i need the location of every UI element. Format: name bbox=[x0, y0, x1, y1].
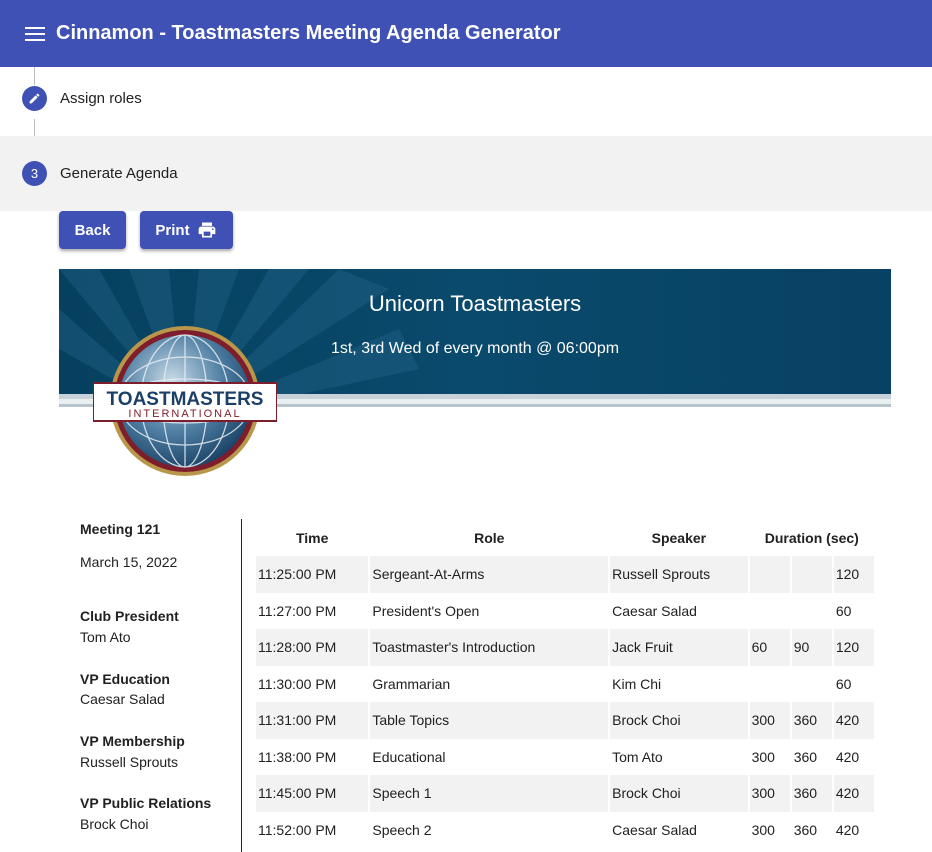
print-button[interactable]: Print bbox=[140, 211, 233, 249]
table-row: 11:45:00 PM Speech 1 Brock Choi 300 360 … bbox=[256, 775, 874, 812]
cell-duration-min bbox=[749, 556, 790, 593]
cell-role: President's Open bbox=[372, 602, 480, 619]
table-row: 11:31:00 PM Table Topics Brock Choi 300 … bbox=[256, 702, 874, 739]
cell-speaker: Caesar Salad bbox=[612, 602, 697, 619]
cell-role: Educational bbox=[372, 748, 446, 765]
cell-duration-min bbox=[750, 593, 790, 630]
toastmasters-logo: TOASTMASTERS INTERNATIONAL bbox=[93, 326, 277, 476]
cell-speaker: Tom Ato bbox=[612, 748, 663, 765]
cell-role: Speech 1 bbox=[370, 775, 609, 812]
cell-duration-max: 120 bbox=[833, 556, 874, 593]
cell-speaker: Russell Sprouts bbox=[610, 556, 748, 593]
header-speaker: Speaker bbox=[651, 530, 707, 546]
cell-duration-max: 420 bbox=[833, 702, 874, 739]
cell-time: 11:25:00 PM bbox=[256, 556, 369, 593]
table-row: 11:52:00 PM Speech 2 Caesar Salad 300 36… bbox=[256, 812, 874, 849]
cell-duration-max: 420 bbox=[835, 748, 860, 765]
cell-time: 11:52:00 PM bbox=[258, 821, 337, 838]
logo-text-bottom: INTERNATIONAL bbox=[128, 408, 241, 420]
officer-name: Tom Ato bbox=[80, 629, 131, 645]
table-row: 11:28:00 PM Toastmaster's Introduction J… bbox=[256, 629, 874, 666]
step-label-assign-roles: Assign roles bbox=[60, 90, 142, 107]
edit-icon bbox=[22, 86, 47, 111]
cell-duration-min: 300 bbox=[749, 775, 790, 812]
officer-title: VP Education bbox=[80, 671, 170, 687]
table-row: 11:25:00 PM Sergeant-At-Arms Russell Spr… bbox=[256, 556, 874, 593]
cell-duration-min: 300 bbox=[751, 748, 775, 765]
table-row: 11:30:00 PM Grammarian Kim Chi 60 bbox=[256, 666, 874, 703]
cell-time: 11:27:00 PM bbox=[258, 602, 337, 619]
cell-duration-mid: 360 bbox=[793, 748, 818, 765]
cell-duration-min: 300 bbox=[749, 702, 790, 739]
cell-duration-mid: 360 bbox=[791, 775, 832, 812]
cell-speaker: Brock Choi bbox=[610, 775, 748, 812]
back-button[interactable]: Back bbox=[59, 211, 126, 249]
cell-speaker: Caesar Salad bbox=[612, 821, 697, 838]
step-generate-agenda[interactable]: 3 Generate Agenda bbox=[0, 136, 932, 211]
meeting-date: March 15, 2022 bbox=[80, 554, 178, 570]
print-icon bbox=[198, 222, 215, 238]
step-number-badge: 3 bbox=[22, 161, 47, 186]
agenda-table: Time Role Speaker Duration (sec) 11:25:0… bbox=[254, 520, 876, 848]
cell-duration-min bbox=[750, 666, 790, 703]
cell-role: Speech 2 bbox=[372, 821, 432, 838]
cell-duration-max: 420 bbox=[835, 821, 860, 838]
back-button-label: Back bbox=[74, 221, 111, 239]
cell-duration-mid: 360 bbox=[791, 702, 832, 739]
cell-duration-max: 420 bbox=[833, 775, 874, 812]
logo-text-top: TOASTMASTERS bbox=[107, 389, 264, 410]
cell-role: Sergeant-At-Arms bbox=[370, 556, 609, 593]
cell-time: 11:31:00 PM bbox=[256, 702, 369, 739]
cell-duration-max: 60 bbox=[835, 675, 852, 692]
step-assign-roles[interactable]: Assign roles bbox=[0, 67, 932, 136]
cell-role: Grammarian bbox=[372, 675, 451, 692]
cell-duration-mid: 90 bbox=[791, 629, 832, 666]
table-header-row: Time Role Speaker Duration (sec) bbox=[256, 520, 874, 556]
cell-duration-mid: 360 bbox=[793, 821, 818, 838]
table-row: 11:27:00 PM President's Open Caesar Sala… bbox=[256, 593, 874, 630]
officer-name: Caesar Salad bbox=[80, 691, 165, 707]
cell-duration-max: 60 bbox=[835, 602, 852, 619]
app-title: Cinnamon - Toastmasters Meeting Agenda G… bbox=[56, 22, 561, 44]
officer-title: VP Membership bbox=[80, 733, 185, 749]
meeting-number: Meeting 121 bbox=[80, 521, 161, 537]
column-divider bbox=[241, 519, 242, 852]
officer-name: Russell Sprouts bbox=[80, 754, 179, 770]
officer-name: Brock Choi bbox=[80, 816, 149, 832]
officer-title: VP Public Relations bbox=[80, 795, 212, 811]
print-button-label: Print bbox=[155, 221, 190, 239]
cell-speaker: Brock Choi bbox=[610, 702, 748, 739]
header-duration: Duration (sec) bbox=[764, 530, 859, 546]
app-bar: Cinnamon - Toastmasters Meeting Agenda G… bbox=[0, 0, 932, 67]
cell-time: 11:45:00 PM bbox=[256, 775, 369, 812]
officer-title: Club President bbox=[80, 608, 179, 624]
header-role: Role bbox=[474, 530, 505, 546]
header-time: Time bbox=[295, 530, 329, 546]
cell-duration-max: 120 bbox=[833, 629, 874, 666]
cell-time: 11:28:00 PM bbox=[256, 629, 369, 666]
table-row: 11:38:00 PM Educational Tom Ato 300 360 … bbox=[256, 739, 874, 776]
cell-speaker: Kim Chi bbox=[612, 675, 662, 692]
cell-duration-mid bbox=[792, 593, 832, 630]
cell-duration-min: 300 bbox=[751, 821, 775, 838]
cell-duration-mid bbox=[792, 666, 832, 703]
cell-role: Toastmaster's Introduction bbox=[370, 629, 609, 666]
cell-role: Table Topics bbox=[370, 702, 609, 739]
club-name: Unicorn Toastmasters bbox=[368, 291, 582, 316]
cell-speaker: Jack Fruit bbox=[610, 629, 748, 666]
menu-icon[interactable] bbox=[25, 26, 45, 41]
step-label-generate-agenda: Generate Agenda bbox=[60, 165, 178, 182]
cell-time: 11:38:00 PM bbox=[258, 748, 337, 765]
cell-duration-mid bbox=[791, 556, 832, 593]
cell-duration-min: 60 bbox=[749, 629, 790, 666]
cell-time: 11:30:00 PM bbox=[258, 675, 337, 692]
